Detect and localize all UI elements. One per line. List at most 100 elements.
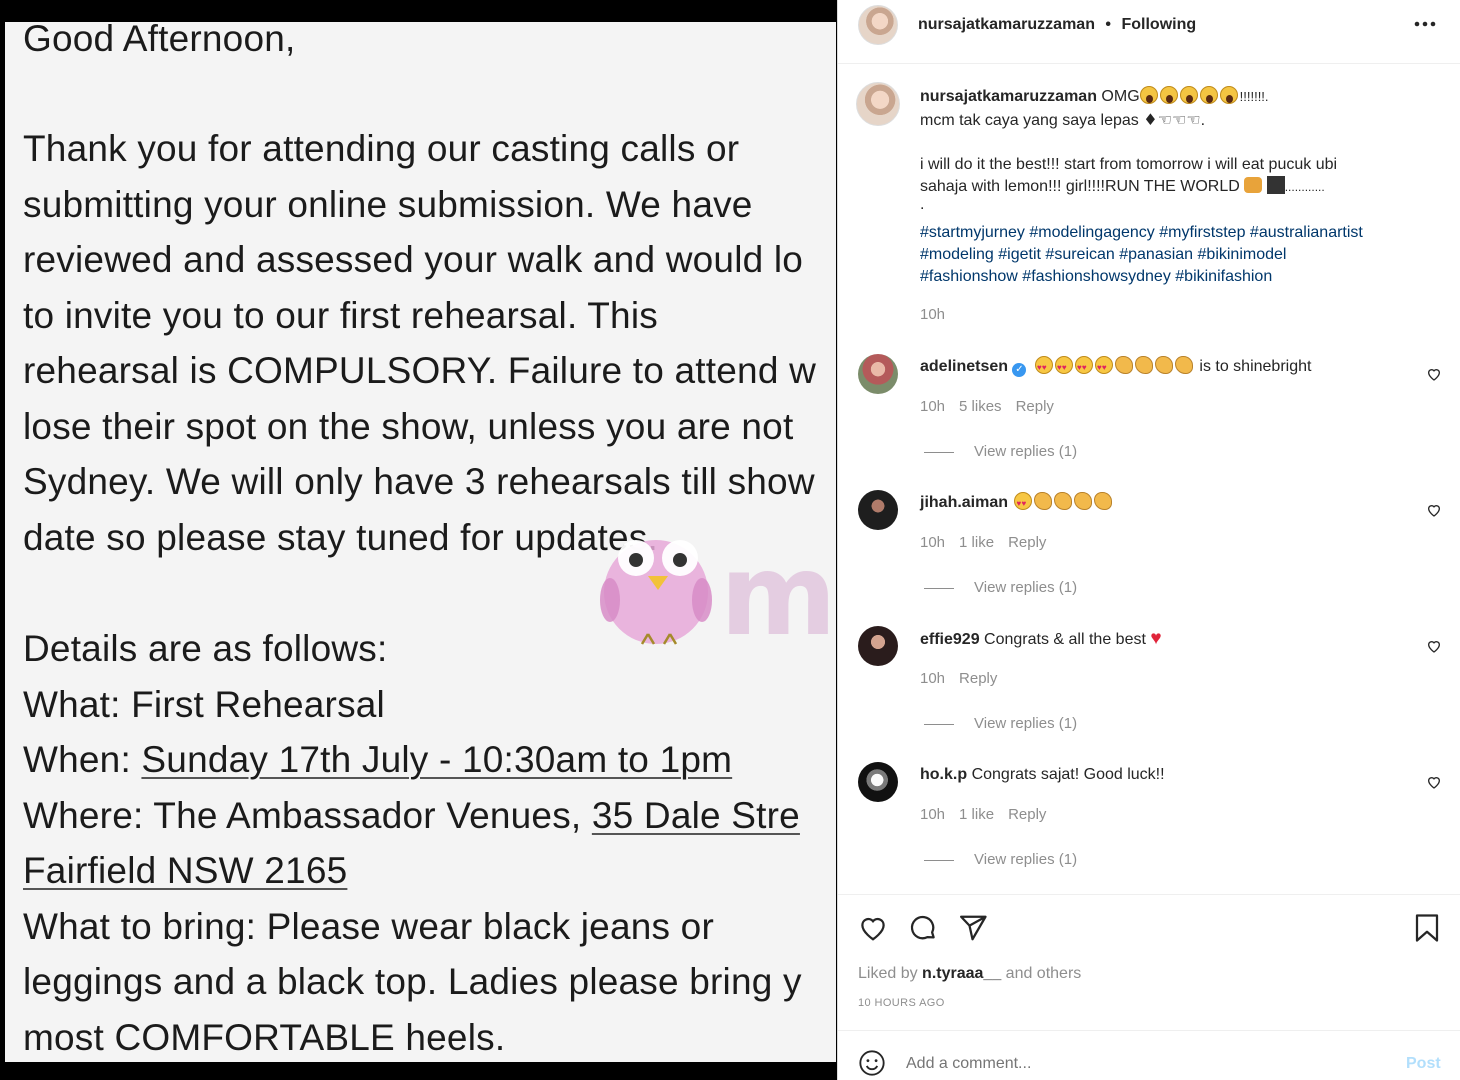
comment-meta: 10h 5 likes Reply (920, 398, 1054, 415)
email-greeting: Good Afternoon, (23, 22, 296, 59)
separator-dot: • (1105, 16, 1112, 33)
email-bring-line: leggings and a black top. Ladies please … (23, 961, 802, 1002)
comment-input[interactable] (906, 1051, 1346, 1077)
email-where-line: Where: The Ambassador Venues, 35 Dale St… (23, 795, 800, 837)
hashtags-line-1[interactable]: #startmyjurney #modelingagency #myfirsts… (920, 222, 1363, 244)
post-header: nursajatkamaruzzaman • Following (838, 0, 1460, 64)
email-line: to invite you to our first rehearsal. Th… (23, 295, 658, 336)
reply-button[interactable]: Reply (1008, 806, 1046, 823)
comment-username[interactable]: ho.k.p (920, 766, 967, 783)
comment-time: 10h (920, 534, 946, 551)
post-button[interactable]: Post (1406, 1055, 1441, 1073)
comment-body: effie929 Congrats & all the best ♥ (920, 628, 1162, 651)
instagram-post-panel: nursajatkamaruzzaman • Following nursaja… (837, 0, 1460, 1080)
tiger-emoji-icon (1244, 177, 1263, 193)
heart-eyes-clap-emoji-icon (1034, 356, 1195, 379)
avatar[interactable] (858, 5, 898, 45)
comment-body: adelinetsen ✓ is to shinebright (920, 356, 1312, 379)
comment-username[interactable]: adelinetsen (920, 358, 1008, 375)
reply-button[interactable]: Reply (1008, 534, 1046, 551)
email-line: submitting your online submission. We ha… (23, 184, 753, 225)
avatar[interactable] (858, 354, 898, 394)
liked-by-user[interactable]: n.tyraaa__ (922, 965, 1001, 982)
where-label: Where: The Ambassador Venues, (23, 795, 592, 836)
email-when-line: When: Sunday 17th July - 10:30am to 1pm (23, 739, 732, 781)
comment-likes[interactable]: 5 likes (959, 398, 1002, 415)
address-link[interactable]: 35 Dale Stre (592, 795, 800, 836)
black-square-icon (1266, 176, 1285, 194)
comment-meta: 10h 1 like Reply (920, 806, 1046, 823)
like-comment-heart-icon[interactable] (1426, 638, 1442, 654)
comment-username[interactable]: effie929 (920, 631, 980, 648)
email-line: lose their spot on the show, unless you … (23, 406, 794, 447)
email-bring-line: most COMFORTABLE heels. (23, 1017, 506, 1058)
hashtags-line-2[interactable]: #modeling #igetit #sureican #panasian #b… (920, 244, 1286, 266)
liked-by-others[interactable]: and others (1001, 965, 1082, 982)
email-line: Thank you for attending our casting call… (23, 128, 740, 169)
add-comment-bar: Post (838, 1030, 1460, 1080)
emoji-smiley-icon[interactable] (858, 1049, 886, 1077)
email-body: Good Afternoon, Thank you for attending … (5, 22, 836, 1062)
heart-eyes-clap-emoji-icon (1014, 492, 1114, 515)
comment-time: 10h (920, 806, 946, 823)
header-username[interactable]: nursajatkamaruzzaman (918, 16, 1095, 33)
caption-line-4: sahaja with lemon!!! girl!!!!RUN THE WOR… (920, 176, 1325, 195)
email-what-line: What: First Rehearsal (23, 684, 385, 725)
email-where-line-2: Fairfield NSW 2165 (23, 850, 347, 892)
view-replies-button[interactable]: View replies (1) (924, 443, 1077, 460)
when-date-link[interactable]: Sunday 17th July - 10:30am to 1pm (141, 739, 732, 780)
like-comment-heart-icon[interactable] (1426, 502, 1442, 518)
post-actions: Liked by n.tyraaa__ and others 10 HOURS … (838, 894, 1460, 1028)
email-line: date so please stay tuned for updates. (23, 517, 658, 558)
save-bookmark-icon[interactable] (1414, 913, 1440, 943)
caption-time: 10h (920, 306, 946, 323)
comment-body: jihah.aiman (920, 492, 1114, 515)
email-line: reviewed and assessed your walk and woul… (23, 239, 804, 280)
comment-bubble-icon[interactable] (908, 913, 938, 943)
reply-button[interactable]: Reply (1016, 398, 1054, 415)
email-screenshot: Good Afternoon, Thank you for attending … (0, 0, 836, 1080)
liked-by: Liked by n.tyraaa__ and others (858, 965, 1082, 982)
comment-likes[interactable]: 1 like (959, 534, 994, 551)
avatar[interactable] (858, 762, 898, 802)
caption-avatar[interactable] (856, 82, 900, 126)
following-button[interactable]: Following (1121, 16, 1196, 33)
comment-time: 10h (920, 398, 946, 415)
scream-emoji-icon (1139, 86, 1240, 105)
when-label: When: (23, 739, 142, 780)
view-replies-button[interactable]: View replies (1) (924, 715, 1077, 732)
email-line: Sydney. We will only have 3 rehearsals t… (23, 461, 815, 502)
comment-text: Congrats & all the best (984, 631, 1146, 648)
reply-button[interactable]: Reply (959, 670, 997, 687)
address-link-2[interactable]: Fairfield NSW 2165 (23, 850, 347, 891)
ninja-pointing-emoji-icon: ♦☜☜☜ (1143, 110, 1201, 129)
comment-username[interactable]: jihah.aiman (920, 494, 1008, 511)
caption-username[interactable]: nursajatkamaruzzaman (920, 88, 1097, 105)
caption-text: OMG (1101, 88, 1140, 105)
comment-text: is to shinebright (1199, 358, 1312, 375)
caption-line-1: nursajatkamaruzzaman OMG!!!!!!!. (920, 86, 1269, 105)
email-details-heading: Details are as follows: (23, 628, 388, 669)
more-horizontal-icon[interactable] (1414, 20, 1436, 28)
hashtags-line-3[interactable]: #fashionshow #fashionshowsydney #bikinif… (920, 266, 1272, 288)
view-replies-button[interactable]: View replies (1) (924, 851, 1077, 868)
comment-likes[interactable]: 1 like (959, 806, 994, 823)
comment-text: Congrats sajat! Good luck!! (971, 766, 1165, 783)
comment-meta: 10h Reply (920, 670, 997, 687)
comment-body: ho.k.p Congrats sajat! Good luck!! (920, 764, 1165, 786)
share-paper-plane-icon[interactable] (958, 913, 988, 943)
caption-dot: . (920, 196, 925, 213)
avatar[interactable] (858, 490, 898, 530)
avatar[interactable] (858, 626, 898, 666)
view-replies-button[interactable]: View replies (1) (924, 579, 1077, 596)
caption-line-3: i will do it the best!!! start from tomo… (920, 156, 1338, 173)
email-bring-line: What to bring: Please wear black jeans o… (23, 906, 714, 947)
header-user-row: nursajatkamaruzzaman • Following (918, 16, 1196, 34)
verified-badge-icon: ✓ (1012, 363, 1027, 377)
like-comment-heart-icon[interactable] (1426, 774, 1442, 790)
comment-meta: 10h 1 like Reply (920, 534, 1046, 551)
caption-line-2: mcm tak caya yang saya lepas ♦☜☜☜. (920, 110, 1206, 129)
like-comment-heart-icon[interactable] (1426, 366, 1442, 382)
email-line: rehearsal is COMPULSORY. Failure to atte… (23, 350, 816, 391)
like-heart-icon[interactable] (858, 913, 888, 943)
